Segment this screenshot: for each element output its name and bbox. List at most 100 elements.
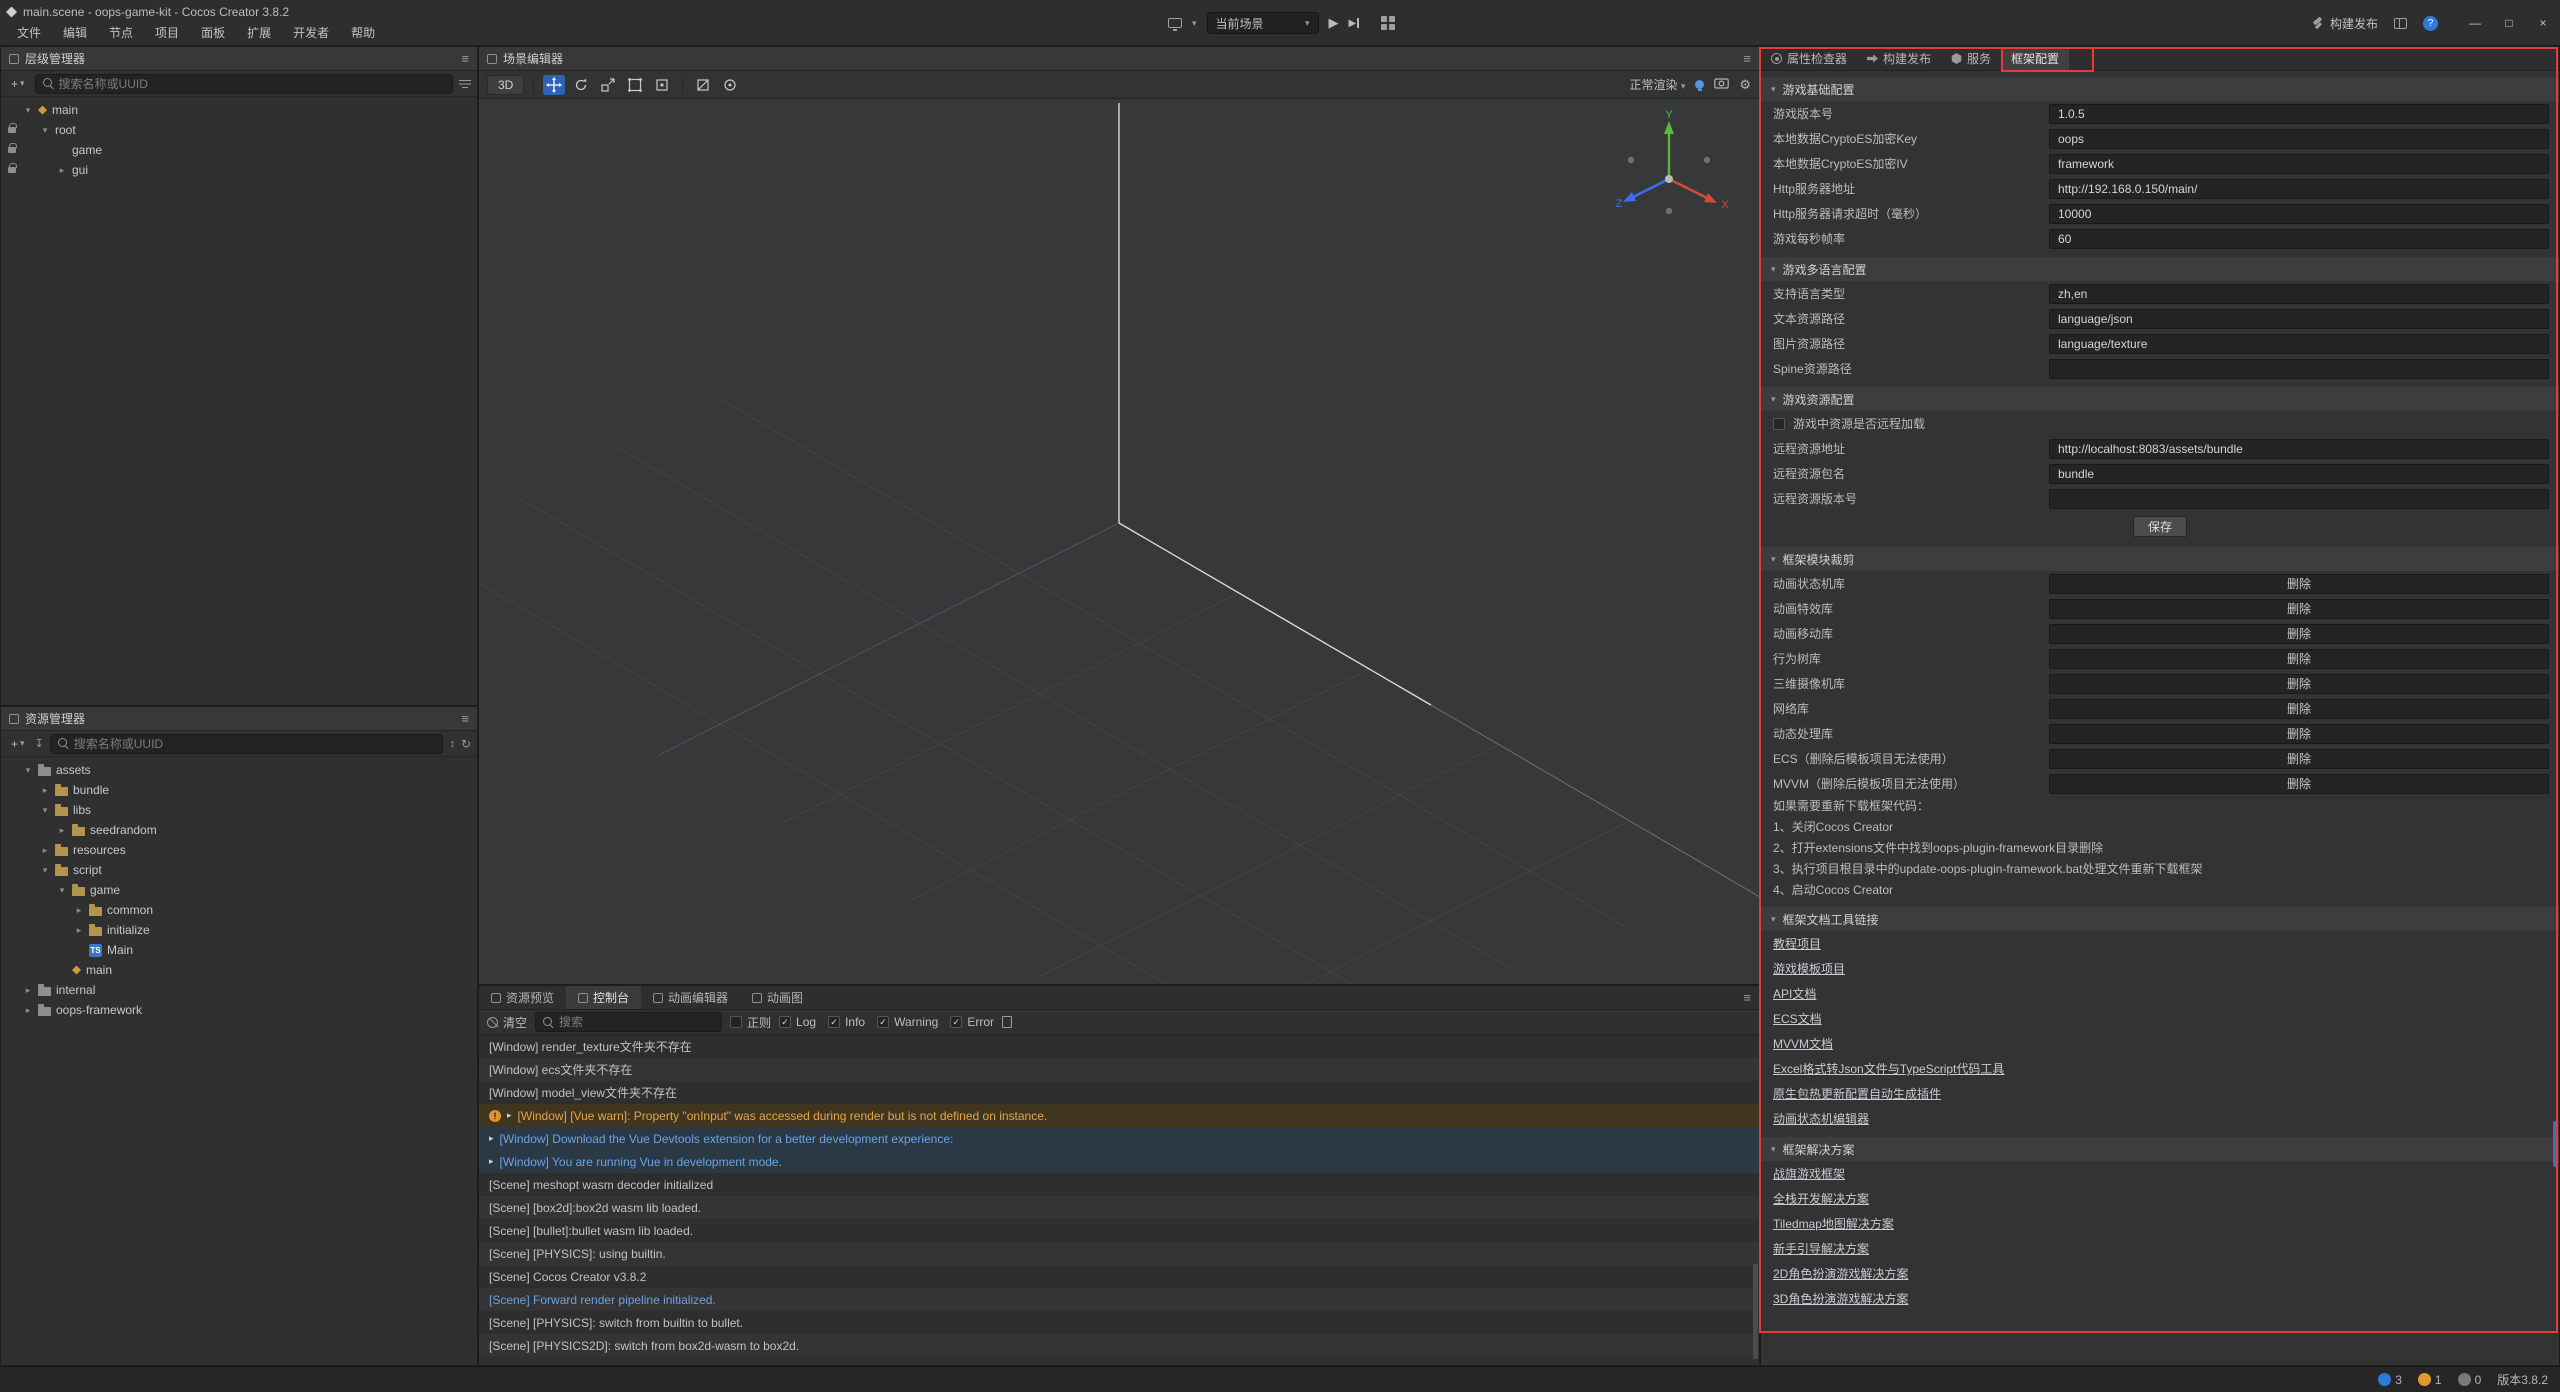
regex-checkbox[interactable] xyxy=(730,1016,742,1028)
tree-item-script[interactable]: ▾script xyxy=(1,860,477,880)
console-line[interactable]: [Scene] [PHYSICS]: switch from builtin t… xyxy=(479,1311,1759,1334)
filter-icon[interactable] xyxy=(459,79,471,89)
close-button[interactable]: × xyxy=(2526,0,2560,46)
coordinate-mode-icon[interactable] xyxy=(719,75,741,95)
section-header[interactable]: ▾框架模块裁剪 xyxy=(1761,547,2559,571)
property-input[interactable] xyxy=(2049,334,2549,354)
lock-icon[interactable] xyxy=(8,167,16,173)
camera-preview-icon[interactable] xyxy=(1714,77,1729,92)
tree-item-game[interactable]: game xyxy=(1,140,477,160)
link-2D角色扮演游戏解决方案[interactable]: 2D角色扮演游戏解决方案 xyxy=(1773,1265,1908,1282)
status-count-blue[interactable]: 3 xyxy=(2378,1373,2402,1387)
regex-toggle[interactable]: 正则 xyxy=(730,1014,771,1031)
hierarchy-search-input[interactable] xyxy=(59,77,445,91)
lock-icon[interactable] xyxy=(8,147,16,153)
filter-Error[interactable]: Error xyxy=(950,1015,994,1029)
console-line[interactable]: [Scene] [box2d]:box2d wasm lib loaded. xyxy=(479,1196,1759,1219)
build-publish-button[interactable]: 构建发布 xyxy=(2312,15,2378,32)
menu-item[interactable]: 编辑 xyxy=(52,22,98,44)
delete-button[interactable]: 删除 xyxy=(2049,624,2549,644)
tab-构建发布[interactable]: 构建发布 xyxy=(1857,47,1941,70)
console-line[interactable]: ▸[Window] Download the Vue Devtools exte… xyxy=(479,1127,1759,1150)
section-header[interactable]: ▾游戏资源配置 xyxy=(1761,387,2559,411)
delete-button[interactable]: 删除 xyxy=(2049,699,2549,719)
orientation-gizmo[interactable]: Y X Z xyxy=(1607,107,1737,237)
tree-item-assets[interactable]: ▾assets xyxy=(1,760,477,780)
layout-panel-icon[interactable] xyxy=(2394,18,2407,29)
filter-Warning[interactable]: Warning xyxy=(877,1015,938,1029)
move-tool-button[interactable] xyxy=(543,75,565,95)
property-input[interactable] xyxy=(2049,154,2549,174)
console-line[interactable]: [Window] render_texture文件夹不存在 xyxy=(479,1035,1759,1058)
delete-button[interactable]: 删除 xyxy=(2049,599,2549,619)
menu-item[interactable]: 节点 xyxy=(98,22,144,44)
link-ECS文档[interactable]: ECS文档 xyxy=(1773,1010,1822,1027)
property-input[interactable] xyxy=(2049,464,2549,484)
property-input[interactable] xyxy=(2049,204,2549,224)
menu-item[interactable]: 开发者 xyxy=(282,22,340,44)
lock-icon[interactable] xyxy=(8,127,16,133)
panel-menu-icon[interactable]: ≡ xyxy=(1743,51,1751,66)
section-header[interactable]: ▾游戏基础配置 xyxy=(1761,77,2559,101)
delete-button[interactable]: 删除 xyxy=(2049,724,2549,744)
gear-icon[interactable]: ⚙ xyxy=(1739,77,1751,93)
link-Excel格式转Json文件与TypeScript代码工具[interactable]: Excel格式转Json文件与TypeScript代码工具 xyxy=(1773,1060,2004,1077)
tab-服务[interactable]: 服务 xyxy=(1941,47,2001,70)
add-node-button[interactable]: +▾ xyxy=(7,77,29,91)
property-input[interactable] xyxy=(2049,129,2549,149)
expand-icon[interactable]: ▸ xyxy=(489,1156,494,1167)
console-line[interactable]: [Scene] Forward render pipeline initiali… xyxy=(479,1288,1759,1311)
assets-search-input[interactable] xyxy=(74,737,436,751)
section-header[interactable]: ▾框架文档工具链接 xyxy=(1761,907,2559,931)
menu-item[interactable]: 文件 xyxy=(6,22,52,44)
assets-search[interactable] xyxy=(50,734,444,754)
link-API文档[interactable]: API文档 xyxy=(1773,985,1816,1002)
tab-动画编辑器[interactable]: 动画编辑器 xyxy=(641,986,740,1009)
expand-icon[interactable]: ▸ xyxy=(74,925,84,936)
console-line[interactable]: [Scene] meshopt wasm decoder initialized xyxy=(479,1173,1759,1196)
expand-icon[interactable]: ▸ xyxy=(507,1110,512,1121)
menu-item[interactable]: 面板 xyxy=(190,22,236,44)
tree-item-bundle[interactable]: ▸bundle xyxy=(1,780,477,800)
expand-icon[interactable]: ▸ xyxy=(489,1133,494,1144)
property-input[interactable] xyxy=(2049,229,2549,249)
tab-框架配置[interactable]: 框架配置 xyxy=(2001,47,2069,70)
tree-item-gui[interactable]: ▸gui xyxy=(1,160,477,180)
menu-item[interactable]: 扩展 xyxy=(236,22,282,44)
filter-Info[interactable]: Info xyxy=(828,1015,865,1029)
render-mode-select[interactable]: 正常渲染 ▾ xyxy=(1629,76,1685,93)
sort-assets-icon[interactable]: ↕ xyxy=(449,738,455,750)
expand-icon[interactable]: ▸ xyxy=(23,985,33,996)
collapse-icon[interactable]: ▾ xyxy=(40,805,50,816)
import-asset-icon[interactable]: ↧ xyxy=(35,737,44,750)
link-游戏模板项目[interactable]: 游戏模板项目 xyxy=(1773,960,1845,977)
console-line[interactable]: [Window] ecs文件夹不存在 xyxy=(479,1058,1759,1081)
link-教程项目[interactable]: 教程项目 xyxy=(1773,935,1821,952)
section-header[interactable]: ▾框架解决方案 xyxy=(1761,1137,2559,1161)
delete-button[interactable]: 删除 xyxy=(2049,774,2549,794)
console-search[interactable] xyxy=(535,1012,722,1032)
layout-grid-icon[interactable] xyxy=(1381,16,1395,30)
filter-Log[interactable]: Log xyxy=(779,1015,816,1029)
panel-menu-icon[interactable]: ≡ xyxy=(461,51,469,66)
help-icon[interactable]: ? xyxy=(2423,16,2438,31)
console-line[interactable]: [Scene] [PHYSICS2D]: switch from box2d-w… xyxy=(479,1334,1759,1357)
light-toggle-icon[interactable] xyxy=(1695,80,1704,89)
tab-控制台[interactable]: 控制台 xyxy=(566,986,641,1009)
expand-icon[interactable]: ▸ xyxy=(40,845,50,856)
property-input[interactable] xyxy=(2049,359,2549,379)
link-全栈开发解决方案[interactable]: 全栈开发解决方案 xyxy=(1773,1190,1869,1207)
filter-checkbox[interactable] xyxy=(779,1016,791,1028)
delete-button[interactable]: 删除 xyxy=(2049,649,2549,669)
remote-load-checkbox[interactable] xyxy=(1773,418,1785,430)
tree-item-root[interactable]: ▾root xyxy=(1,120,477,140)
link-3D角色扮演游戏解决方案[interactable]: 3D角色扮演游戏解决方案 xyxy=(1773,1290,1908,1307)
filter-checkbox[interactable] xyxy=(877,1016,889,1028)
tree-item-oops-framework[interactable]: ▸oops-framework xyxy=(1,1000,477,1020)
delete-button[interactable]: 删除 xyxy=(2049,574,2549,594)
filter-checkbox[interactable] xyxy=(950,1016,962,1028)
transform-gizmo-button[interactable] xyxy=(651,75,673,95)
step-button[interactable]: ▶ xyxy=(1349,18,1360,29)
refresh-assets-icon[interactable]: ↻ xyxy=(461,737,471,751)
collapse-icon[interactable]: ▾ xyxy=(40,865,50,876)
